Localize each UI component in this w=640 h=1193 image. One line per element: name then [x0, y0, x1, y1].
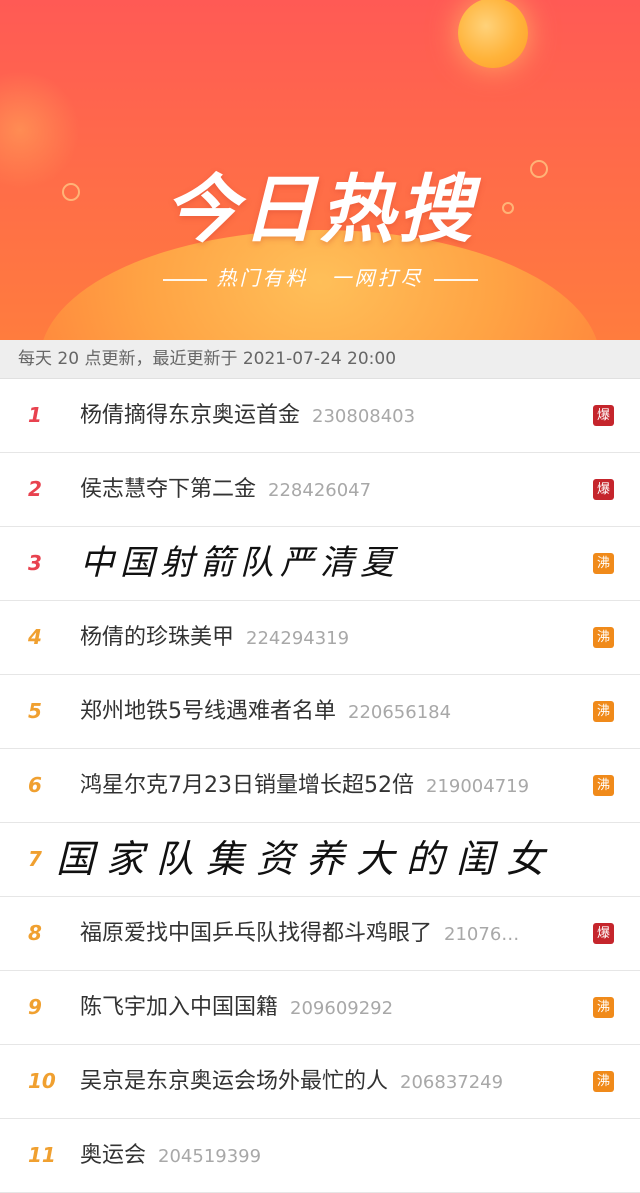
rank-number: 9	[28, 995, 42, 1019]
item-count: 21076…	[444, 924, 520, 945]
item-count: 219004719	[426, 776, 530, 797]
rank-number: 3	[28, 551, 42, 575]
banner-subtitle: 热门有料 一网打尽	[0, 262, 640, 291]
item-title: 吴京是东京奥运会场外最忙的人	[80, 1069, 389, 1094]
list-item[interactable]: 8 福原爱找中国乒乓队找得都斗鸡眼了 21076… 爆	[0, 897, 640, 971]
update-info: 每天 20 点更新，最近更新于 2021-07-24 20:00	[0, 340, 640, 379]
list-item[interactable]: 11 奥运会 204519399	[0, 1119, 640, 1193]
item-title: 陈飞宇加入中国国籍	[80, 995, 279, 1020]
boiling-badge: 沸	[593, 553, 614, 574]
list-item[interactable]: 9 陈飞宇加入中国国籍 209609292 沸	[0, 971, 640, 1045]
item-count: 230808403	[312, 406, 416, 427]
hot-badge: 爆	[593, 405, 614, 426]
item-title: 奥运会	[80, 1143, 147, 1168]
item-count: 228426047	[268, 480, 372, 501]
item-title: 鸿星尔克7月23日销量增长超52倍	[80, 773, 414, 798]
rank-number: 7	[28, 847, 42, 871]
list-item[interactable]: 3 中国射箭队严清夏 沸	[0, 527, 640, 601]
hot-search-list: 1 杨倩摘得东京奥运首金 230808403 爆 2 侯志慧夺下第二金 228426…	[0, 379, 640, 1193]
rank-number: 1	[28, 403, 42, 427]
rank-number: 5	[28, 699, 42, 723]
list-item[interactable]: 7 国家队集资养大的闺女	[0, 823, 640, 897]
item-count: 209609292	[290, 998, 394, 1019]
rank-number: 4	[28, 625, 42, 649]
list-item[interactable]: 6 鸿星尔克7月23日销量增长超52倍 219004719 沸	[0, 749, 640, 823]
item-count: 204519399	[158, 1146, 262, 1167]
item-title: 杨倩的珍珠美甲	[80, 625, 235, 650]
list-item[interactable]: 10 吴京是东京奥运会场外最忙的人 206837249 沸	[0, 1045, 640, 1119]
boiling-badge: 沸	[593, 775, 614, 796]
rank-number: 8	[28, 921, 42, 945]
hot-badge: 爆	[593, 923, 614, 944]
boiling-badge: 沸	[593, 1071, 614, 1092]
item-count: 220656184	[348, 702, 452, 723]
item-count: 206837249	[400, 1072, 504, 1093]
list-item[interactable]: 1 杨倩摘得东京奥运首金 230808403 爆	[0, 379, 640, 453]
rank-number: 6	[28, 773, 42, 797]
item-title: 郑州地铁5号线遇难者名单	[80, 699, 336, 724]
sun-decoration	[458, 0, 528, 68]
rank-number: 10	[28, 1069, 56, 1093]
rank-number: 2	[28, 477, 42, 501]
item-title: 福原爱找中国乒乓队找得都斗鸡眼了	[80, 921, 433, 946]
hot-search-banner: 今日热搜 热门有料 一网打尽	[0, 0, 640, 340]
boiling-badge: 沸	[593, 627, 614, 648]
banner-title: 今日热搜	[164, 167, 476, 253]
list-item[interactable]: 5 郑州地铁5号线遇难者名单 220656184 沸	[0, 675, 640, 749]
boiling-badge: 沸	[593, 997, 614, 1018]
list-item[interactable]: 4 杨倩的珍珠美甲 224294319 沸	[0, 601, 640, 675]
item-title-handwritten: 中国射箭队严清夏	[80, 543, 400, 583]
list-item[interactable]: 2 侯志慧夺下第二金 228426047 爆	[0, 453, 640, 527]
item-count: 224294319	[246, 628, 350, 649]
item-title: 杨倩摘得东京奥运首金	[80, 403, 301, 428]
item-title: 侯志慧夺下第二金	[80, 477, 257, 502]
hot-badge: 爆	[593, 479, 614, 500]
item-title-handwritten: 国家队集资养大的闺女	[56, 837, 557, 881]
boiling-badge: 沸	[593, 701, 614, 722]
rank-number: 11	[28, 1143, 56, 1167]
